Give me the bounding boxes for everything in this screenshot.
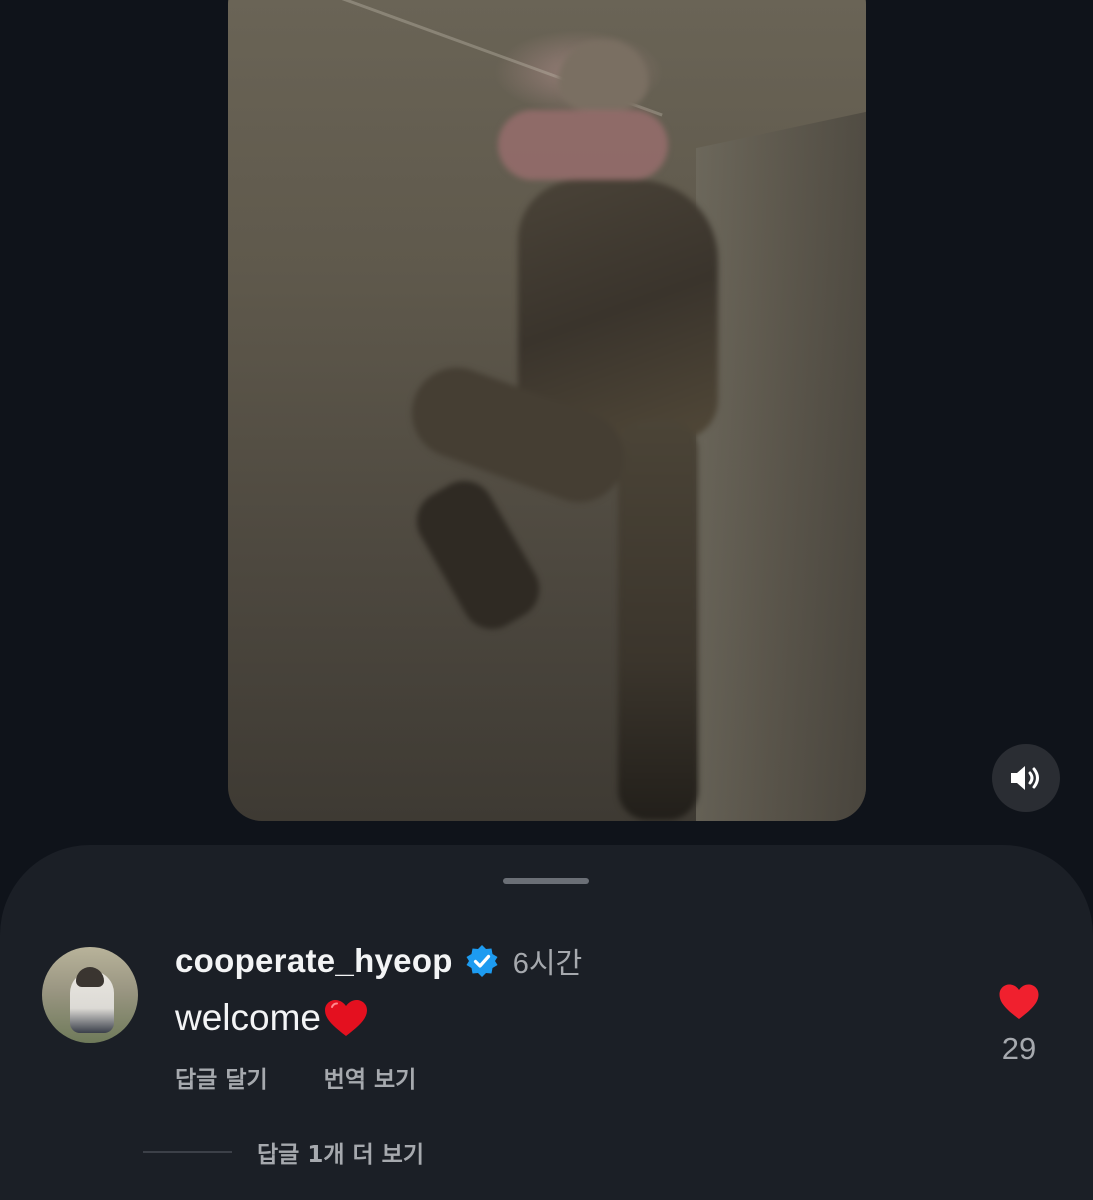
video-dancer-figure — [399, 40, 748, 820]
verified-badge-icon — [465, 944, 499, 978]
view-more-replies-label: 답글 1개 더 보기 — [257, 1142, 424, 1168]
view-more-replies-button[interactable]: 답글 1개 더 보기 — [143, 1135, 424, 1169]
heart-emoji-icon — [323, 998, 369, 1038]
figure-shin — [405, 470, 551, 640]
like-button[interactable]: 29 — [992, 983, 1046, 1067]
sound-toggle-button[interactable] — [992, 744, 1060, 812]
avatar[interactable] — [42, 947, 138, 1043]
like-count: 29 — [1001, 1031, 1037, 1066]
replies-divider-line — [143, 1151, 232, 1153]
avatar-hair — [76, 967, 104, 987]
heart-icon — [999, 984, 1039, 1019]
screen: cooperate_hyeop 6시간 welcome 답글 달기 번역 보기 — [0, 0, 1093, 1200]
translate-button[interactable]: 번역 보기 — [324, 1060, 417, 1094]
video-player[interactable] — [228, 0, 866, 821]
comments-sheet: cooperate_hyeop 6시간 welcome 답글 달기 번역 보기 — [0, 845, 1093, 1200]
comment-header: cooperate_hyeop 6시간 — [175, 941, 582, 981]
comment-actions: 답글 달기 번역 보기 — [175, 1060, 416, 1094]
speaker-icon — [1011, 766, 1039, 790]
figure-head — [558, 40, 648, 110]
reply-button[interactable]: 답글 달기 — [175, 1060, 268, 1094]
comment-body: welcome — [175, 997, 369, 1039]
username[interactable]: cooperate_hyeop — [175, 942, 453, 980]
sheet-drag-handle[interactable] — [503, 878, 589, 884]
comment-time: 6시간 — [512, 948, 583, 980]
comment-text: welcome — [175, 997, 321, 1038]
figure-standing-leg — [618, 420, 698, 820]
figure-hands — [498, 110, 668, 180]
